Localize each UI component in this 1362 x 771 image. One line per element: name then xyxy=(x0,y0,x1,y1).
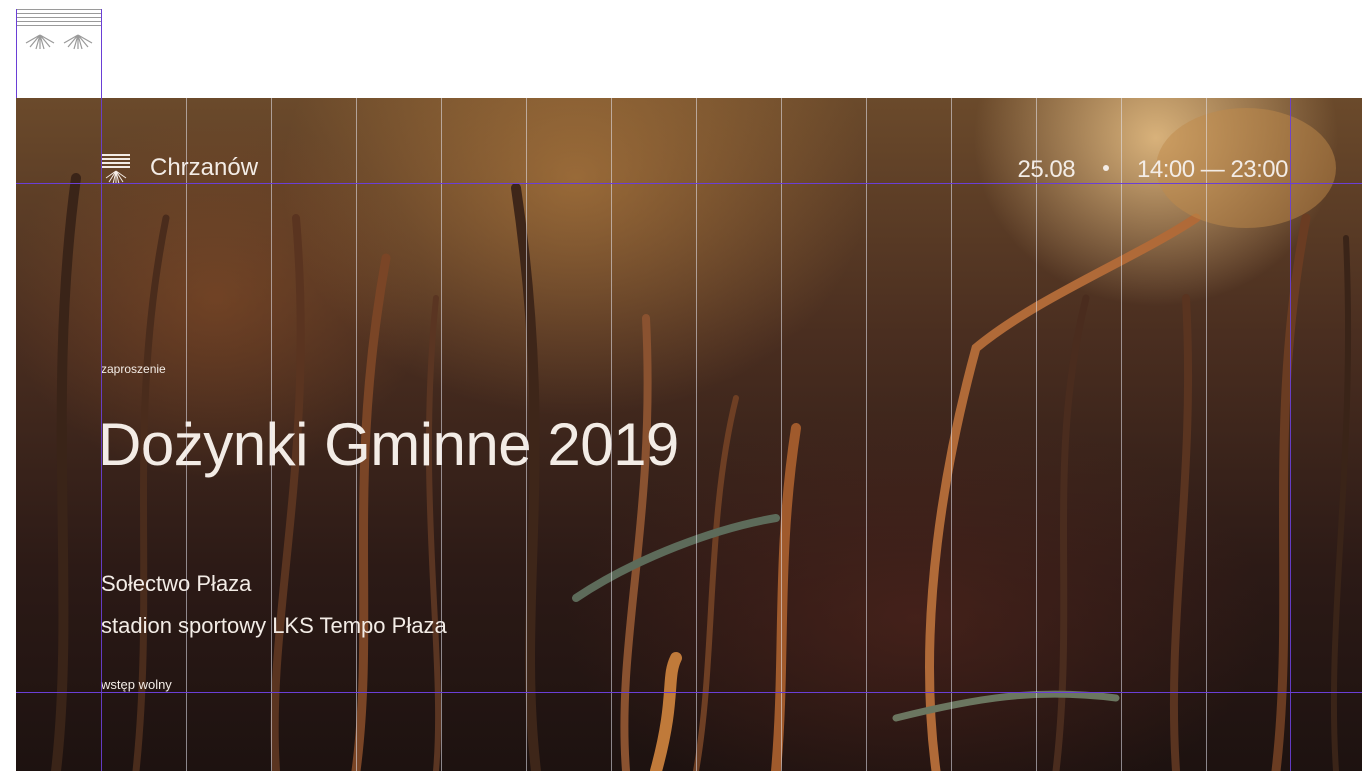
guide-line xyxy=(101,9,102,98)
top-logo-icon xyxy=(16,9,102,57)
grid-column-line xyxy=(781,98,782,771)
chrzanow-logo-icon xyxy=(102,154,130,185)
grid-column-line xyxy=(866,98,867,771)
sun-rays-icon xyxy=(25,34,93,50)
guide-line xyxy=(16,183,1362,184)
grid-column-line xyxy=(611,98,612,771)
grid-column-line xyxy=(1206,98,1207,771)
grid-column-line xyxy=(441,98,442,771)
grid-column-line xyxy=(186,98,187,771)
grid-column-line xyxy=(1121,98,1122,771)
event-date: 25.08 xyxy=(1017,156,1076,183)
venue-name: Sołectwo Płaza xyxy=(101,571,252,596)
grid-column-line xyxy=(696,98,697,771)
grid-column-line xyxy=(271,98,272,771)
guide-line xyxy=(16,9,17,98)
grid-column-line xyxy=(356,98,357,771)
invitation-label: zaproszenie xyxy=(101,362,166,376)
grid-column-line xyxy=(951,98,952,771)
event-date-time: 25.08 14:00 — 23:00 xyxy=(1017,156,1288,184)
separator-dot-icon xyxy=(1103,164,1110,171)
event-time: 14:00 — 23:00 xyxy=(1137,156,1288,183)
grid-column-line xyxy=(1036,98,1037,771)
brand-name: Chrzanów xyxy=(150,154,259,181)
venue-address: stadion sportowy LKS Tempo Płaza xyxy=(101,613,447,638)
guide-line xyxy=(101,98,102,771)
grid-column-line xyxy=(526,98,527,771)
guide-line xyxy=(16,692,1362,693)
entry-note: wstęp wolny xyxy=(101,677,172,692)
guide-line xyxy=(1290,98,1291,771)
